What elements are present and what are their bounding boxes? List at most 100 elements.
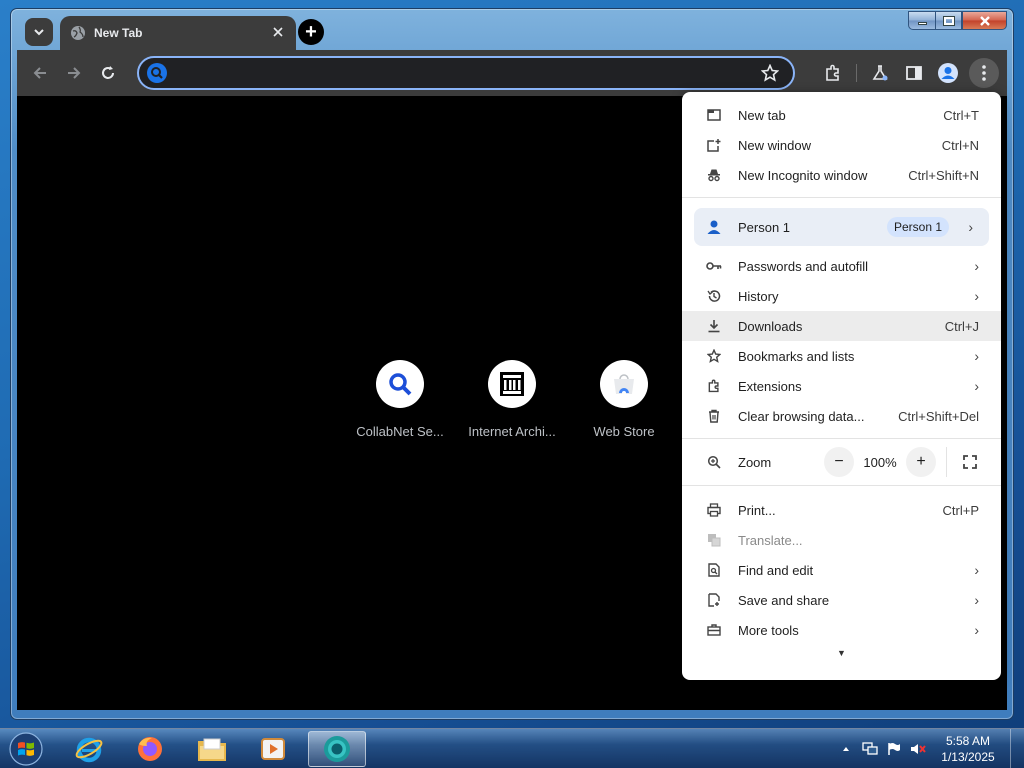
clock-time: 5:58 AM <box>945 734 991 748</box>
chevron-right-icon: › <box>974 622 979 638</box>
menu-item-new-tab[interactable]: New tab Ctrl+T <box>682 100 1001 130</box>
shortcut-tile[interactable]: Internet Archi... <box>456 360 568 439</box>
person-icon <box>706 219 722 235</box>
incognito-icon <box>706 167 722 183</box>
system-tray: 5:58 AM 1/13/2025 <box>836 729 1024 768</box>
taskbar-clock[interactable]: 5:58 AM 1/13/2025 <box>932 733 1004 765</box>
menu-item-more-tools[interactable]: More tools › <box>682 615 1001 645</box>
puzzle-icon <box>706 378 722 394</box>
shortcut-label: Internet Archi... <box>468 424 556 439</box>
avatar-icon <box>938 63 958 83</box>
chrome-icon <box>324 736 350 762</box>
firefox-icon <box>138 737 162 761</box>
menu-item-downloads[interactable]: Downloads Ctrl+J <box>682 311 1001 341</box>
menu-item-print[interactable]: Print... Ctrl+P <box>682 495 1001 525</box>
menu-label: Translate... <box>738 532 803 548</box>
menu-label: Downloads <box>738 318 803 334</box>
tab-strip: New Tab + <box>17 13 1007 50</box>
chevron-right-icon: › <box>974 348 979 364</box>
menu-label: Bookmarks and lists <box>738 348 855 364</box>
taskbar: 5:58 AM 1/13/2025 <box>0 728 1024 768</box>
side-panel-button[interactable] <box>897 56 931 90</box>
shortcut-label: Web Store <box>593 424 655 439</box>
zoom-in-button[interactable]: + <box>906 447 936 477</box>
chevron-down-icon <box>34 29 44 36</box>
clock-date: 1/13/2025 <box>941 750 995 764</box>
fullscreen-button[interactable] <box>955 447 985 477</box>
tab-search-button[interactable] <box>25 18 53 46</box>
reload-button[interactable] <box>91 56 125 90</box>
close-icon <box>273 27 283 37</box>
menu-item-zoom: Zoom − 100% + <box>682 447 1001 477</box>
download-icon <box>706 318 722 334</box>
chrome-menu-button[interactable] <box>969 58 999 88</box>
side-panel-icon <box>906 66 922 80</box>
trash-icon <box>706 408 722 424</box>
browser-toolbar <box>17 50 1007 96</box>
media-player-icon <box>261 738 285 760</box>
menu-label: Passwords and autofill <box>738 258 869 274</box>
start-button[interactable] <box>6 731 46 767</box>
key-icon <box>706 258 722 274</box>
menu-item-clear-browsing-data[interactable]: Clear browsing data... Ctrl+Shift+Del <box>682 401 1001 431</box>
menu-item-history[interactable]: History › <box>682 281 1001 311</box>
new-tab-icon <box>706 107 722 123</box>
taskbar-firefox[interactable] <box>123 731 177 767</box>
menu-item-new-window[interactable]: New window Ctrl+N <box>682 130 1001 160</box>
zoom-out-button[interactable]: − <box>824 447 854 477</box>
address-input[interactable] <box>173 59 761 87</box>
new-tab-button[interactable]: + <box>298 19 324 45</box>
tab-close-button[interactable] <box>270 25 286 41</box>
arrow-right-icon <box>68 67 81 79</box>
address-bar[interactable] <box>137 56 795 90</box>
globe-icon <box>71 26 85 40</box>
bookmark-star-icon[interactable] <box>761 64 779 82</box>
extensions-button[interactable] <box>816 56 850 90</box>
menu-item-extensions[interactable]: Extensions › <box>682 371 1001 401</box>
menu-label: New Incognito window <box>738 167 868 183</box>
printer-icon <box>706 502 722 518</box>
menu-label: Clear browsing data... <box>738 408 865 424</box>
menu-item-profile[interactable]: Person 1 Person 1 › <box>694 208 989 246</box>
arrow-left-icon <box>33 67 46 79</box>
menu-item-new-incognito[interactable]: New Incognito window Ctrl+Shift+N <box>682 160 1001 190</box>
tab-new-tab[interactable]: New Tab <box>60 16 296 50</box>
forward-button[interactable] <box>57 56 91 90</box>
taskbar-file-explorer[interactable] <box>185 731 239 767</box>
show-desktop-button[interactable] <box>1010 729 1024 768</box>
action-center-flag-icon[interactable] <box>884 739 904 759</box>
toolbar-separator <box>856 64 857 82</box>
file-explorer-icon <box>198 738 226 761</box>
menu-label: History <box>738 288 779 304</box>
chevron-right-icon: › <box>968 219 973 235</box>
shortcut-tile[interactable]: Web Store <box>568 360 680 439</box>
shortcut-tile[interactable]: CollabNet Se... <box>344 360 456 439</box>
menu-item-translate[interactable]: Translate... <box>682 525 1001 555</box>
profile-button[interactable] <box>931 56 965 90</box>
magnifier-icon <box>376 360 424 408</box>
menu-item-passwords[interactable]: Passwords and autofill › <box>682 251 1001 281</box>
taskbar-chrome[interactable] <box>308 731 366 767</box>
menu-item-find-and-edit[interactable]: Find and edit › <box>682 555 1001 585</box>
menu-label: New tab <box>738 107 786 123</box>
labs-button[interactable] <box>863 56 897 90</box>
taskbar-internet-explorer[interactable] <box>62 731 116 767</box>
taskbar-media-player[interactable] <box>246 731 300 767</box>
more-vertical-icon <box>982 65 986 81</box>
menu-shortcut: Ctrl+T <box>943 107 979 123</box>
fullscreen-icon <box>963 455 977 469</box>
puzzle-icon <box>826 64 839 81</box>
archive-building-icon <box>488 360 536 408</box>
chevron-right-icon: › <box>974 288 979 304</box>
show-hidden-icons-button[interactable] <box>836 739 856 759</box>
back-button[interactable] <box>23 56 57 90</box>
toolbox-icon <box>706 622 722 638</box>
zoom-icon <box>706 454 722 470</box>
menu-item-bookmarks[interactable]: Bookmarks and lists › <box>682 341 1001 371</box>
network-icon[interactable] <box>860 739 880 759</box>
menu-item-save-and-share[interactable]: Save and share › <box>682 585 1001 615</box>
menu-label: Print... <box>738 502 776 518</box>
chevron-right-icon: › <box>974 562 979 578</box>
volume-muted-icon[interactable] <box>908 739 928 759</box>
menu-scroll-down-indicator[interactable]: ▼ <box>682 648 1001 658</box>
